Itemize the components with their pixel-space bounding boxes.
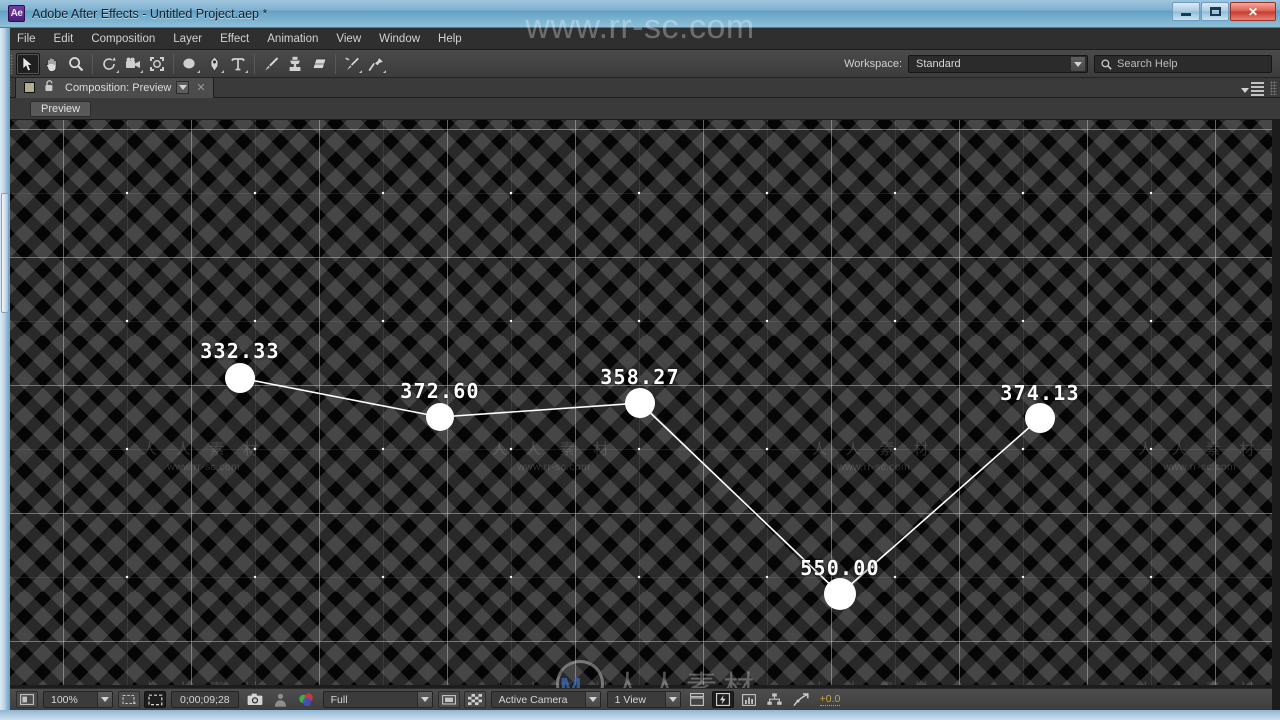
line-chart: [225, 363, 1055, 610]
timeline-preview-icon[interactable]: [687, 691, 707, 709]
always-preview-icon[interactable]: [16, 691, 38, 708]
search-icon: [1101, 58, 1112, 70]
search-help-placeholder: Search Help: [1117, 58, 1178, 70]
chart-data-point[interactable]: [225, 363, 255, 393]
shape-tool[interactable]: [178, 53, 202, 75]
camera-view-select[interactable]: Active Camera: [490, 691, 601, 708]
app-icon: Ae: [8, 5, 25, 22]
title-bar: Ae Adobe After Effects - Untitled Projec…: [0, 0, 1280, 28]
minimize-button[interactable]: [1172, 2, 1200, 21]
chart-data-point[interactable]: [426, 403, 454, 431]
brush-tool[interactable]: [259, 53, 283, 75]
panel-menu-button[interactable]: [1241, 82, 1264, 98]
preview-button[interactable]: Preview: [30, 100, 92, 117]
puppet-pin-tool[interactable]: [364, 53, 388, 75]
rotation-tool[interactable]: [97, 53, 121, 75]
camera-view-value: Active Camera: [498, 693, 568, 706]
tab-close-icon[interactable]: ✕: [194, 81, 207, 94]
panel-menu-caret-icon: [1241, 87, 1249, 93]
fast-preview-icon[interactable]: [711, 691, 734, 708]
window-bottom-edge: [0, 710, 1280, 720]
window-title: Adobe After Effects - Untitled Project.a…: [32, 6, 268, 21]
chart-point-label: 358.27: [600, 365, 680, 389]
search-help-input[interactable]: Search Help: [1094, 55, 1272, 73]
chart-data-point[interactable]: [625, 388, 655, 418]
menu-help[interactable]: Help: [429, 30, 471, 48]
close-button[interactable]: ✕: [1230, 2, 1276, 21]
region-toggle-icon[interactable]: [437, 691, 460, 708]
roto-brush-tool[interactable]: [340, 53, 364, 75]
after-effects-window: Ae Adobe After Effects - Untitled Projec…: [0, 0, 1280, 720]
menu-file[interactable]: File: [8, 30, 45, 48]
chart-point-label: 332.33: [200, 339, 280, 363]
chart-point-label: 550.00: [800, 556, 880, 580]
chart-point-label: 372.60: [400, 379, 480, 403]
chart-data-point[interactable]: [824, 578, 856, 610]
menu-layer[interactable]: Layer: [164, 30, 211, 48]
menu-composition[interactable]: Composition: [82, 30, 164, 48]
lock-icon[interactable]: [44, 80, 55, 95]
zoom-tool[interactable]: [64, 53, 88, 75]
tab-composition-preview[interactable]: Composition: Preview ✕: [15, 77, 214, 98]
panel-strip-grip[interactable]: [1270, 81, 1277, 95]
preview-subbar: Preview: [0, 98, 1280, 120]
view-layout-value: 1 View: [614, 693, 646, 706]
tab-label: Composition: Preview: [65, 81, 172, 94]
eraser-tool[interactable]: [307, 53, 331, 75]
tab-menu-chevron-icon[interactable]: [176, 81, 190, 94]
show-snapshot-icon[interactable]: [271, 691, 291, 709]
comp-flowchart-icon[interactable]: [765, 691, 785, 709]
workspace-label: Workspace:: [844, 58, 902, 70]
chevron-down-icon: [584, 692, 600, 707]
chevron-down-icon: [416, 692, 432, 707]
menu-animation[interactable]: Animation: [258, 30, 327, 48]
maximize-button[interactable]: [1201, 2, 1229, 21]
show-channel-icon[interactable]: [297, 691, 317, 709]
workspace-value: Standard: [916, 58, 961, 70]
chevron-down-icon: [664, 692, 680, 707]
timecode-field[interactable]: 0;00;09;28: [171, 691, 239, 708]
resolution-value: Full: [330, 693, 348, 706]
panel-color-swatch: [24, 82, 35, 93]
region-of-interest-icon[interactable]: [118, 691, 140, 708]
zoom-level-select[interactable]: 100%: [43, 691, 113, 708]
window-controls: ✕: [1172, 2, 1276, 21]
chart-data-point[interactable]: [1025, 403, 1055, 433]
menu-view[interactable]: View: [327, 30, 370, 48]
window-left-scrollbar[interactable]: [0, 28, 10, 710]
selection-tool[interactable]: [16, 52, 40, 75]
camera-tool[interactable]: [121, 53, 145, 75]
chart-point-label: 374.13: [1000, 381, 1080, 405]
menu-window[interactable]: Window: [370, 30, 429, 48]
zoom-level-value: 100%: [51, 693, 78, 706]
chevron-down-icon: [1070, 56, 1086, 72]
pan-behind-tool[interactable]: [145, 53, 169, 75]
snapshot-icon[interactable]: [245, 691, 265, 709]
reset-exposure-icon[interactable]: [791, 691, 811, 709]
composition-viewport[interactable]: 人 人 素 材 www.rr-sc.com 人 人 素 材 www.rr-sc.…: [10, 120, 1272, 685]
menu-bar: File Edit Composition Layer Effect Anima…: [0, 28, 1280, 50]
toggle-mask-icon[interactable]: [144, 691, 166, 708]
resolution-select[interactable]: Full: [322, 691, 433, 708]
renderer-options-icon[interactable]: [739, 691, 759, 709]
workspace-select[interactable]: Standard: [908, 55, 1088, 73]
scrollbar-thumb[interactable]: [1, 193, 9, 313]
type-tool[interactable]: [226, 53, 250, 75]
panel-tab-strip: Composition: Preview ✕: [0, 77, 1280, 98]
tools-panel: Workspace: Standard Search Help: [0, 50, 1280, 78]
view-layout-select[interactable]: 1 View: [606, 691, 681, 708]
hand-tool[interactable]: [40, 53, 64, 75]
chevron-down-icon: [97, 692, 112, 707]
exposure-value[interactable]: +0.0: [819, 693, 841, 706]
transparency-grid-icon[interactable]: [463, 691, 486, 708]
panel-menu-icon: [1251, 82, 1264, 98]
pen-tool[interactable]: [202, 53, 226, 75]
workspace-controls: Workspace: Standard Search Help: [844, 50, 1272, 78]
composition-status-bar: 100% 0;00;09;28 Full Active Camera 1 Vie…: [10, 688, 1272, 710]
clone-stamp-tool[interactable]: [283, 53, 307, 75]
menu-edit[interactable]: Edit: [45, 30, 83, 48]
menu-effect[interactable]: Effect: [211, 30, 258, 48]
